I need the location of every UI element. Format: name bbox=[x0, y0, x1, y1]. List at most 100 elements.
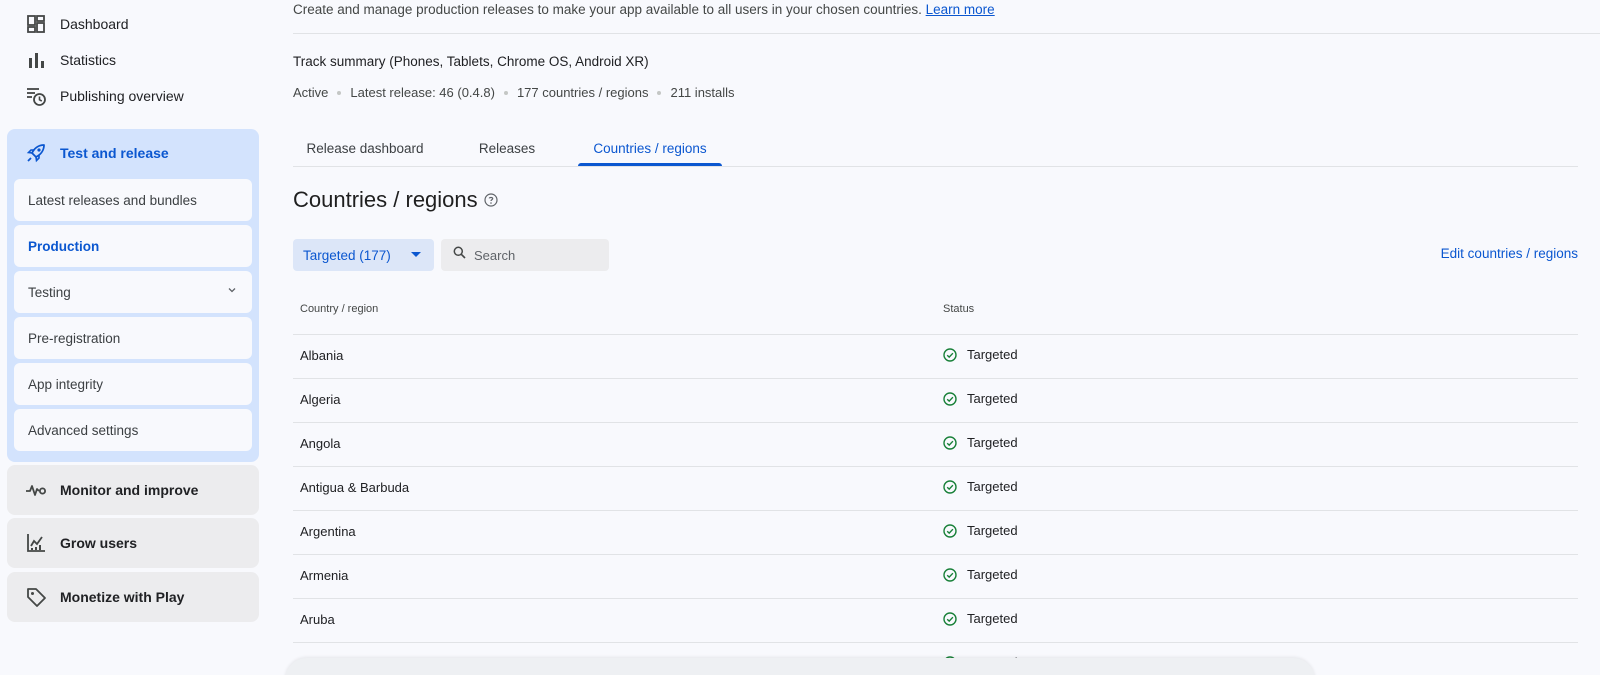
sidebar-group-label: Grow users bbox=[60, 535, 138, 551]
sidebar-item-production[interactable]: Production bbox=[14, 225, 252, 267]
sidebar-item-label: Latest releases and bundles bbox=[28, 192, 197, 208]
sidebar-item-statistics[interactable]: Statistics bbox=[0, 43, 266, 77]
separator-dot bbox=[503, 90, 508, 95]
country-cell: Armenia bbox=[300, 568, 349, 583]
status-text: Targeted bbox=[967, 479, 1018, 494]
status-cell: Targeted bbox=[943, 347, 1018, 362]
table-row: Algeria Targeted bbox=[293, 379, 1578, 423]
vitals-icon bbox=[24, 478, 48, 502]
caret-down-icon bbox=[411, 252, 421, 257]
track-status: Active bbox=[293, 85, 329, 100]
tab-release-dashboard[interactable]: Release dashboard bbox=[293, 141, 437, 177]
publishing-history-icon bbox=[24, 84, 48, 108]
bottom-panel-edge bbox=[285, 658, 1315, 675]
sidebar-group-label: Test and release bbox=[60, 145, 169, 161]
separator-dot bbox=[337, 90, 342, 95]
country-cell: Albania bbox=[300, 348, 344, 363]
edit-countries-link[interactable]: Edit countries / regions bbox=[1441, 246, 1578, 261]
divider bbox=[293, 166, 1578, 167]
sidebar-item-publishing-overview[interactable]: Publishing overview bbox=[0, 79, 266, 113]
status-text: Targeted bbox=[967, 347, 1018, 362]
rocket-icon bbox=[24, 141, 48, 165]
check-circle-icon bbox=[943, 611, 962, 626]
check-circle-icon bbox=[943, 479, 962, 494]
status-cell: Targeted bbox=[943, 567, 1018, 582]
country-cell: Antigua & Barbuda bbox=[300, 480, 410, 495]
column-header-country: Country / region bbox=[300, 303, 379, 315]
sidebar: Dashboard Statistics Publishing overview… bbox=[0, 0, 266, 675]
search-box bbox=[441, 239, 609, 271]
tag-icon bbox=[24, 585, 48, 609]
status-text: Targeted bbox=[967, 567, 1018, 582]
sidebar-group-label: Monitor and improve bbox=[60, 482, 199, 498]
sidebar-item-label: Publishing overview bbox=[60, 88, 184, 104]
status-cell: Targeted bbox=[943, 435, 1018, 450]
sidebar-item-label: Dashboard bbox=[60, 16, 129, 32]
sidebar-item-app-integrity[interactable]: App integrity bbox=[14, 363, 252, 405]
table-row: Angola Targeted bbox=[293, 423, 1578, 467]
track-summary-title: Track summary (Phones, Tablets, Chrome O… bbox=[293, 54, 649, 69]
sidebar-item-advanced-settings[interactable]: Advanced settings bbox=[14, 409, 252, 451]
separator-dot bbox=[657, 90, 662, 95]
sidebar-item-pre-registration[interactable]: Pre-registration bbox=[14, 317, 252, 359]
table-row: Argentina Targeted bbox=[293, 511, 1578, 555]
country-cell: Argentina bbox=[300, 524, 356, 539]
table-row: Antigua & Barbuda Targeted bbox=[293, 467, 1578, 511]
tab-label: Releases bbox=[478, 141, 536, 156]
tab-releases[interactable]: Releases bbox=[466, 141, 548, 177]
sidebar-item-label: Pre-registration bbox=[28, 330, 121, 346]
sidebar-item-label: Statistics bbox=[60, 52, 117, 68]
search-icon bbox=[453, 246, 466, 264]
status-cell: Targeted bbox=[943, 479, 1018, 494]
track-summary-meta: Active Latest release: 46 (0.4.8) 177 co… bbox=[293, 85, 735, 100]
table-row: Albania Targeted bbox=[293, 335, 1578, 379]
dashboard-icon bbox=[24, 12, 48, 36]
tab-label: Release dashboard bbox=[306, 141, 424, 156]
sidebar-item-testing[interactable]: Testing bbox=[14, 271, 252, 313]
divider bbox=[293, 33, 1600, 34]
status-text: Targeted bbox=[967, 611, 1018, 626]
status-cell: Targeted bbox=[943, 523, 1018, 538]
track-latest-release: Latest release: 46 (0.4.8) bbox=[350, 85, 495, 100]
sidebar-group-label: Monetize with Play bbox=[60, 589, 185, 605]
page-intro: Create and manage production releases to… bbox=[293, 2, 995, 17]
country-cell: Algeria bbox=[300, 392, 341, 407]
chevron-down-icon bbox=[226, 284, 238, 299]
targeted-filter-dropdown[interactable]: Targeted (177) bbox=[293, 239, 434, 271]
column-header-status: Status bbox=[943, 303, 975, 315]
check-circle-icon bbox=[943, 523, 962, 538]
sidebar-item-dashboard[interactable]: Dashboard bbox=[0, 7, 266, 41]
page-title-text: Countries / regions bbox=[293, 187, 478, 212]
status-cell: Targeted bbox=[943, 611, 1018, 626]
table-row: Aruba Targeted bbox=[293, 599, 1578, 643]
growth-icon bbox=[24, 531, 48, 555]
status-cell: Targeted bbox=[943, 391, 1018, 406]
tab-countries-regions[interactable]: Countries / regions bbox=[578, 141, 722, 177]
filter-label: Targeted (177) bbox=[303, 247, 391, 263]
sidebar-item-label: Advanced settings bbox=[28, 422, 139, 438]
help-icon[interactable] bbox=[484, 187, 498, 213]
check-circle-icon bbox=[943, 567, 962, 582]
sidebar-item-label: Production bbox=[28, 238, 100, 254]
sidebar-group-test-and-release: Test and release Latest releases and bun… bbox=[7, 129, 259, 462]
country-cell: Angola bbox=[300, 436, 341, 451]
status-text: Targeted bbox=[967, 391, 1018, 406]
bar-chart-icon bbox=[24, 48, 48, 72]
search-input[interactable] bbox=[474, 247, 594, 263]
table-row: Armenia Targeted bbox=[293, 555, 1578, 599]
learn-more-link[interactable]: Learn more bbox=[926, 2, 995, 17]
track-installs: 211 installs bbox=[670, 85, 735, 100]
sidebar-group-monitor-and-improve[interactable]: Monitor and improve bbox=[7, 465, 259, 515]
check-circle-icon bbox=[943, 347, 962, 362]
intro-text: Create and manage production releases to… bbox=[293, 2, 922, 17]
sidebar-group-grow-users[interactable]: Grow users bbox=[7, 518, 259, 568]
sidebar-item-label: Testing bbox=[28, 284, 71, 300]
sidebar-group-monetize-with-play[interactable]: Monetize with Play bbox=[7, 572, 259, 622]
sidebar-group-header[interactable]: Test and release bbox=[24, 129, 254, 177]
status-text: Targeted bbox=[967, 435, 1018, 450]
page-title: Countries / regions bbox=[293, 187, 498, 213]
check-circle-icon bbox=[943, 435, 962, 450]
tab-label: Countries / regions bbox=[593, 141, 707, 156]
sidebar-item-latest-releases[interactable]: Latest releases and bundles bbox=[14, 179, 252, 221]
country-cell: Aruba bbox=[300, 612, 335, 627]
